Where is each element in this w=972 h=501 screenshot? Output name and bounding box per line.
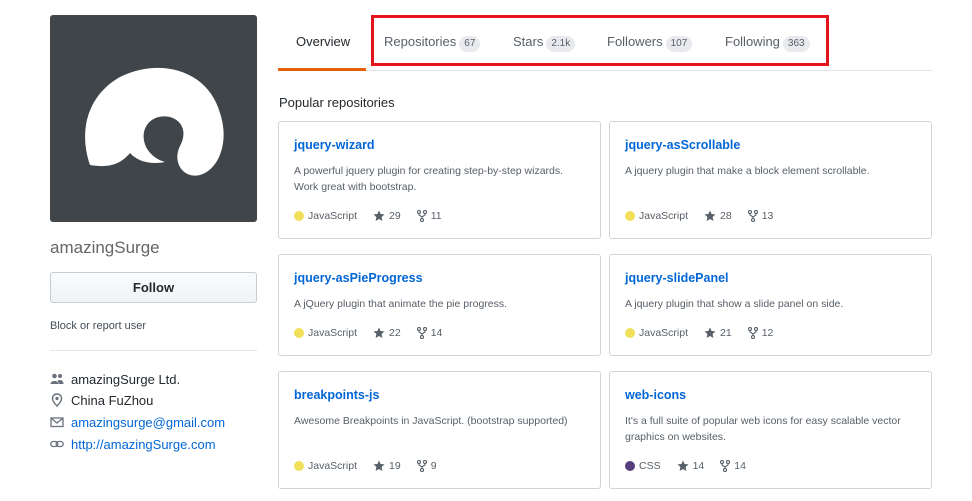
mail-icon bbox=[50, 415, 64, 429]
forks-count-value: 13 bbox=[761, 210, 774, 222]
repo-card: jquery-asScrollable A jquery plugin that… bbox=[609, 121, 932, 239]
forks-count-value: 12 bbox=[761, 327, 774, 339]
stars-count-value: 28 bbox=[720, 210, 732, 222]
highlight-annotation-box bbox=[371, 15, 829, 66]
forks-count-value: 9 bbox=[430, 460, 437, 472]
repo-forks[interactable]: 9 bbox=[416, 460, 437, 472]
repo-description: A jquery plugin that show a slide panel … bbox=[625, 298, 844, 310]
repo-stars[interactable]: 21 bbox=[704, 327, 732, 339]
repo-card: jquery-wizard A powerful jquery plugin f… bbox=[278, 121, 601, 239]
detail-organization: amazingSurge Ltd. bbox=[50, 370, 180, 388]
repo-meta: JavaScript 28 13 bbox=[625, 209, 773, 223]
follow-button[interactable]: Follow bbox=[50, 272, 257, 303]
forks-count-value: 14 bbox=[430, 327, 443, 339]
divider bbox=[50, 350, 257, 351]
organization-icon bbox=[50, 372, 64, 386]
stars-count-value: 19 bbox=[389, 460, 401, 472]
fork-icon bbox=[720, 460, 731, 472]
star-icon bbox=[704, 210, 716, 221]
repo-card: jquery-slidePanel A jquery plugin that s… bbox=[609, 254, 932, 356]
tab-overview[interactable]: Overview bbox=[296, 15, 350, 71]
forks-count-value: 11 bbox=[430, 210, 442, 222]
repo-stars[interactable]: 14 bbox=[677, 460, 705, 472]
language-color-dot bbox=[294, 211, 304, 221]
repo-description: A powerful jquery plugin for creating st… bbox=[294, 165, 564, 193]
location-text: China FuZhou bbox=[71, 392, 154, 408]
repo-language: JavaScript bbox=[639, 210, 689, 222]
star-icon bbox=[704, 327, 716, 338]
email-link[interactable]: amazingsurge@gmail.com bbox=[71, 415, 225, 430]
repo-meta: CSS 14 14 bbox=[625, 459, 746, 473]
language-color-dot bbox=[625, 211, 635, 221]
fork-icon bbox=[747, 210, 758, 222]
repo-name-link[interactable]: breakpoints-js bbox=[294, 388, 379, 402]
stars-count-value: 14 bbox=[692, 460, 705, 472]
repo-card: breakpoints-js Awesome Breakpoints in Ja… bbox=[278, 371, 601, 489]
repo-language: JavaScript bbox=[308, 210, 358, 222]
stars-count-value: 21 bbox=[720, 327, 732, 339]
website-link[interactable]: http://amazingSurge.com bbox=[71, 437, 216, 452]
link-icon bbox=[50, 437, 64, 451]
avatar[interactable] bbox=[50, 15, 257, 222]
repo-name-link[interactable]: jquery-asPieProgress bbox=[294, 271, 423, 285]
organization-text: amazingSurge Ltd. bbox=[71, 371, 181, 387]
repo-meta: JavaScript 19 9 bbox=[294, 459, 437, 473]
repo-name-link[interactable]: jquery-wizard bbox=[294, 138, 375, 152]
star-icon bbox=[677, 460, 689, 471]
forks-count-value: 14 bbox=[734, 460, 746, 472]
popular-repositories-heading: Popular repositories bbox=[279, 95, 395, 110]
fork-icon bbox=[747, 327, 758, 339]
fork-icon bbox=[416, 460, 427, 472]
repo-card: web-icons It's a full suite of popular w… bbox=[609, 371, 932, 489]
location-icon bbox=[50, 393, 64, 407]
repo-language: JavaScript bbox=[308, 327, 358, 339]
tab-divider bbox=[278, 70, 932, 71]
language-color-dot bbox=[294, 328, 304, 338]
repo-description: It's a full suite of popular web icons f… bbox=[625, 415, 901, 443]
repo-description: A jQuery plugin that animate the pie pro… bbox=[294, 298, 508, 310]
fork-icon bbox=[416, 327, 427, 339]
repo-language: JavaScript bbox=[639, 327, 689, 339]
repo-description: Awesome Breakpoints in JavaScript. (boot… bbox=[294, 415, 568, 427]
repo-language: CSS bbox=[639, 460, 661, 472]
tab-overview-label: Overview bbox=[296, 34, 351, 49]
repo-meta: JavaScript 21 12 bbox=[625, 326, 773, 340]
repo-stars[interactable]: 22 bbox=[373, 327, 401, 339]
language-color-dot bbox=[294, 461, 304, 471]
star-icon bbox=[373, 210, 385, 221]
star-icon bbox=[373, 460, 385, 471]
block-report-link[interactable]: Block or report user bbox=[50, 320, 146, 332]
repo-forks[interactable]: 11 bbox=[416, 210, 442, 222]
amazingsurge-logo bbox=[85, 67, 224, 176]
repo-forks[interactable]: 12 bbox=[747, 327, 774, 339]
profile-username: amazingSurge bbox=[50, 238, 160, 257]
stars-count-value: 22 bbox=[389, 327, 401, 339]
repo-name-link[interactable]: web-icons bbox=[625, 388, 686, 402]
language-color-dot bbox=[625, 461, 635, 471]
language-color-dot bbox=[625, 328, 635, 338]
repo-name-link[interactable]: jquery-asScrollable bbox=[625, 138, 740, 152]
repo-language: JavaScript bbox=[308, 460, 358, 472]
repo-meta: JavaScript 22 14 bbox=[294, 326, 442, 340]
repo-description: A jquery plugin that make a block elemen… bbox=[625, 165, 870, 177]
star-icon bbox=[373, 327, 385, 338]
repo-meta: JavaScript 29 11 bbox=[294, 209, 442, 223]
detail-website: http://amazingSurge.com bbox=[50, 435, 216, 453]
repo-forks[interactable]: 14 bbox=[720, 460, 746, 472]
fork-icon bbox=[416, 210, 427, 222]
active-tab-indicator bbox=[278, 68, 366, 71]
repo-forks[interactable]: 13 bbox=[747, 210, 774, 222]
repo-stars[interactable]: 19 bbox=[373, 460, 401, 472]
detail-location: China FuZhou bbox=[50, 391, 153, 409]
repo-name-link[interactable]: jquery-slidePanel bbox=[625, 271, 729, 285]
repo-stars[interactable]: 28 bbox=[704, 210, 732, 222]
stars-count-value: 29 bbox=[389, 210, 401, 222]
repo-stars[interactable]: 29 bbox=[373, 210, 401, 222]
repo-forks[interactable]: 14 bbox=[416, 327, 443, 339]
detail-email: amazingsurge@gmail.com bbox=[50, 413, 225, 431]
repo-card: jquery-asPieProgress A jQuery plugin tha… bbox=[278, 254, 601, 356]
